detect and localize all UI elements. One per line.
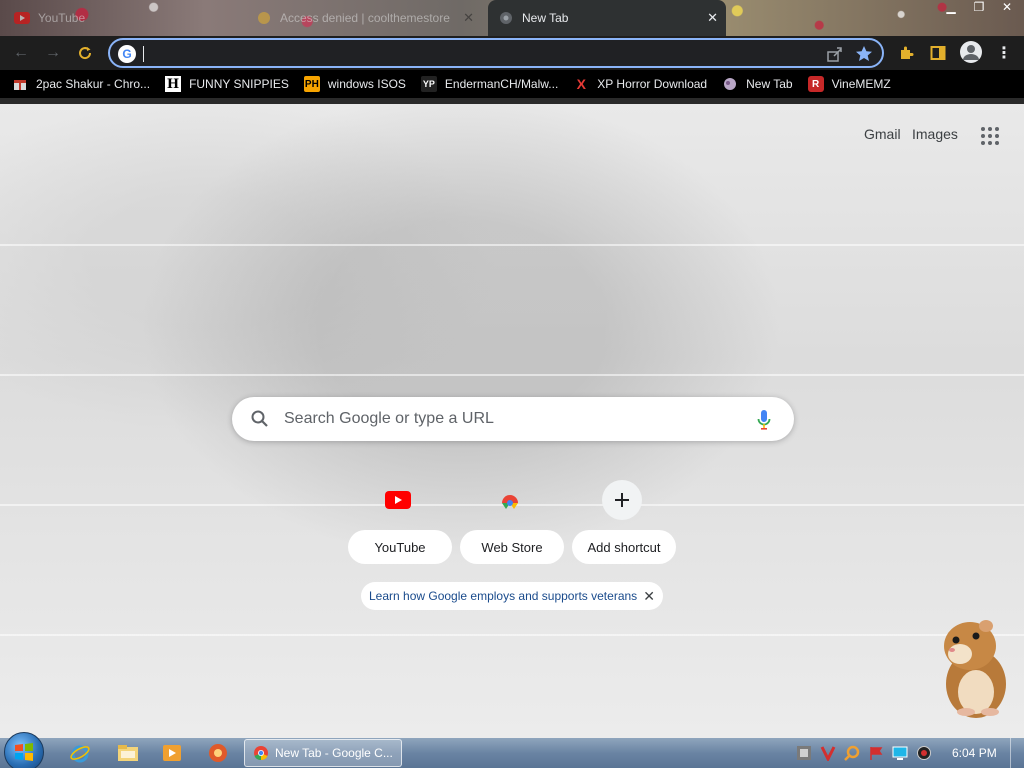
share-icon[interactable]	[826, 45, 844, 63]
bookmark-label: EndermanCH/Malw...	[444, 77, 559, 91]
background-stripe	[0, 374, 1024, 376]
tab-strip: YouTube Access denied | coolthemestore ✕…	[0, 0, 1024, 36]
search-box[interactable]	[232, 397, 794, 441]
address-bar[interactable]: G	[108, 38, 884, 68]
restore-icon[interactable]: ❐	[968, 0, 990, 14]
r-icon: R	[807, 76, 824, 92]
action-center-flag-icon[interactable]	[868, 745, 884, 761]
side-panel-icon[interactable]	[928, 43, 948, 63]
tray-v-icon[interactable]	[820, 745, 836, 761]
promo-banner[interactable]: Learn how Google employs and supports ve…	[361, 582, 663, 610]
x-icon: X	[576, 76, 586, 92]
bookmark-item[interactable]: New Tab	[722, 76, 793, 92]
bookmark-label: windows ISOS	[327, 77, 406, 91]
chrome-icon	[498, 10, 514, 26]
bookmark-item[interactable]: X XP Horror Download	[573, 76, 708, 92]
bookmark-item[interactable]: PH windows ISOS	[303, 76, 406, 92]
h-icon: H	[165, 76, 182, 92]
shortcut-label: YouTube	[348, 530, 452, 564]
windows-taskbar: New Tab - Google C... 6:04 PM	[0, 732, 1024, 768]
google-apps-icon[interactable]	[980, 126, 1000, 146]
youtube-icon	[14, 10, 30, 26]
bookmark-label: New Tab	[746, 77, 793, 91]
kebab-menu-icon[interactable]: ⋮	[994, 43, 1014, 63]
close-window-icon[interactable]: ✕	[996, 0, 1018, 14]
show-desktop-button[interactable]	[1010, 738, 1024, 768]
browser-toolbar: ← → G ⋮	[0, 36, 1024, 70]
taskbar-clock[interactable]: 6:04 PM	[952, 746, 997, 760]
file-explorer-icon[interactable]	[116, 741, 140, 765]
flower-app-icon[interactable]	[206, 741, 230, 765]
bookmark-item[interactable]: 2pac Shakur - Chro...	[12, 76, 150, 92]
bookmark-label: FUNNY SNIPPIES	[189, 77, 289, 91]
taskbar-window-title: New Tab - Google C...	[275, 746, 393, 760]
bookmark-item[interactable]: YP EndermanCH/Malw...	[420, 76, 559, 92]
shortcut-label: Add shortcut	[572, 530, 676, 564]
reload-icon[interactable]	[74, 42, 96, 64]
gift-icon	[12, 76, 28, 92]
microphone-icon[interactable]	[756, 409, 772, 431]
bookmark-star-icon[interactable]	[854, 44, 874, 64]
google-icon: G	[118, 45, 136, 63]
bookmark-label: 2pac Shakur - Chro...	[36, 77, 151, 91]
close-icon[interactable]: ✕	[707, 10, 718, 26]
close-icon[interactable]: ✕	[643, 588, 655, 605]
search-icon	[251, 410, 268, 427]
extensions-icon[interactable]	[896, 43, 916, 63]
tab-youtube[interactable]: YouTube	[14, 2, 246, 34]
ph-icon: PH	[303, 76, 320, 92]
bookmark-label: VineMEMZ	[831, 77, 891, 91]
gmail-link[interactable]: Gmail	[864, 126, 901, 142]
bookmark-item[interactable]: R VineMEMZ	[807, 76, 891, 92]
chrome-icon	[254, 746, 268, 761]
tab-access-denied[interactable]: Access denied | coolthemestore ✕	[256, 2, 482, 34]
network-monitor-icon[interactable]	[892, 745, 908, 761]
tab-title: YouTube	[38, 11, 86, 25]
youtube-icon	[378, 480, 418, 520]
profile-avatar-icon[interactable]	[960, 41, 982, 63]
minimize-icon[interactable]: ▁	[940, 0, 962, 14]
back-icon[interactable]: ←	[10, 42, 32, 64]
internet-explorer-icon[interactable]	[68, 741, 92, 765]
search-input[interactable]	[284, 407, 744, 431]
new-tab-page: Gmail Images YouTube Web Store	[0, 104, 1024, 738]
background-stripe	[0, 634, 1024, 636]
bookmarks-bar: 2pac Shakur - Chro... H FUNNY SNIPPIES P…	[0, 70, 1024, 98]
chrome-webstore-icon	[490, 480, 530, 520]
forward-icon[interactable]: →	[42, 42, 64, 64]
taskbar-chrome-window[interactable]: New Tab - Google C...	[244, 739, 402, 767]
shortcut-label: Web Store	[460, 530, 564, 564]
address-input[interactable]	[142, 44, 802, 64]
yp-icon: YP	[420, 76, 437, 92]
warning-icon	[256, 10, 272, 26]
tab-new-tab[interactable]: New Tab ✕	[488, 0, 726, 36]
text-caret	[143, 46, 144, 62]
plus-icon	[602, 480, 642, 520]
tab-title: Access denied | coolthemestore	[280, 11, 450, 25]
tab-title: New Tab	[522, 11, 569, 25]
globe-icon	[722, 76, 738, 92]
volume-icon[interactable]	[916, 745, 932, 761]
bookmark-label: XP Horror Download	[597, 77, 708, 91]
start-button[interactable]	[4, 732, 44, 768]
close-icon[interactable]: ✕	[463, 10, 474, 26]
media-player-icon[interactable]	[160, 741, 184, 765]
images-link[interactable]: Images	[912, 126, 958, 142]
bookmark-item[interactable]: H FUNNY SNIPPIES	[165, 76, 289, 92]
promo-link[interactable]: Learn how Google employs and supports ve…	[369, 589, 637, 603]
hamster-desktop-pet[interactable]	[930, 610, 1014, 722]
window-controls: ▁ ❐ ✕	[940, 0, 1018, 14]
tray-app-icon[interactable]	[796, 745, 812, 761]
background-stripe	[0, 244, 1024, 246]
tray-search-icon[interactable]	[844, 745, 860, 761]
windows-logo-icon	[15, 743, 33, 761]
